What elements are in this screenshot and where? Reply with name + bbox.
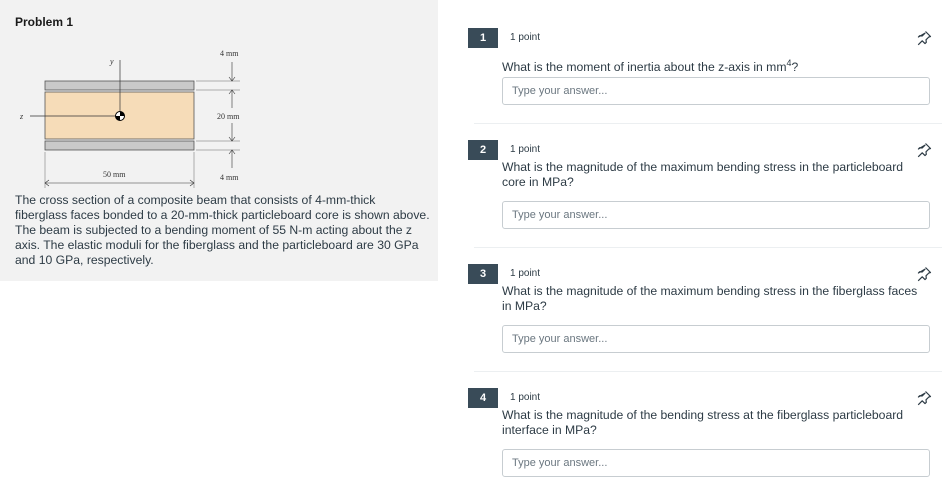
y-axis-label: y — [109, 57, 114, 66]
pin-icon[interactable] — [916, 390, 932, 406]
dim-bottom-label: 4 mm — [220, 173, 239, 182]
answer-input[interactable] — [502, 449, 930, 477]
question-points: 1 point — [510, 144, 541, 155]
question-points: 1 point — [510, 32, 541, 43]
pin-icon[interactable] — [916, 30, 932, 46]
question-text-end: ? — [791, 60, 799, 75]
fiberglass-face-top — [44, 80, 195, 91]
dim-core-label: 20 mm — [217, 112, 240, 121]
question-3: 3 1 point What is the magnitude of the m… — [468, 264, 942, 356]
question-divider — [474, 247, 942, 248]
question-points: 1 point — [510, 268, 541, 279]
question-text: What is the moment of inertia about the … — [502, 56, 922, 75]
question-number: 2 — [468, 140, 498, 160]
question-text: What is the magnitude of the maximum ben… — [502, 284, 918, 313]
question-2: 2 1 point What is the magnitude of the m… — [468, 140, 942, 232]
question-4: 4 1 point What is the magnitude of the b… — [468, 388, 942, 480]
question-divider — [474, 123, 942, 124]
answer-input[interactable] — [502, 325, 930, 353]
pin-icon[interactable] — [916, 266, 932, 282]
question-number: 3 — [468, 264, 498, 284]
question-points: 1 point — [510, 392, 541, 403]
z-axis-label: z — [19, 112, 24, 121]
answer-input[interactable] — [502, 77, 930, 105]
question-divider — [474, 371, 942, 372]
question-text: What is the magnitude of the bending str… — [502, 408, 904, 437]
answer-input[interactable] — [502, 201, 930, 229]
question-text-main: What is the moment of inertia about the … — [502, 60, 787, 75]
question-number: 4 — [468, 388, 498, 408]
problem-description: The cross section of a composite beam th… — [15, 193, 430, 267]
dim-width-label: 50 mm — [103, 170, 126, 179]
problem-panel: Problem 1 y z 4 mm 20 mm 4 mm 50 mm The … — [0, 0, 438, 281]
question-1: 1 1 point What is the moment of inertia … — [468, 28, 942, 108]
problem-title: Problem 1 — [15, 15, 74, 29]
cross-section-figure: y z 4 mm 20 mm 4 mm 50 mm — [19, 49, 240, 188]
dim-top-label: 4 mm — [220, 49, 239, 58]
question-number: 1 — [468, 28, 498, 48]
fiberglass-face-bottom — [44, 140, 195, 151]
pin-icon[interactable] — [916, 142, 932, 158]
question-text: What is the magnitude of the maximum ben… — [502, 160, 904, 189]
centroid-icon — [115, 111, 125, 121]
